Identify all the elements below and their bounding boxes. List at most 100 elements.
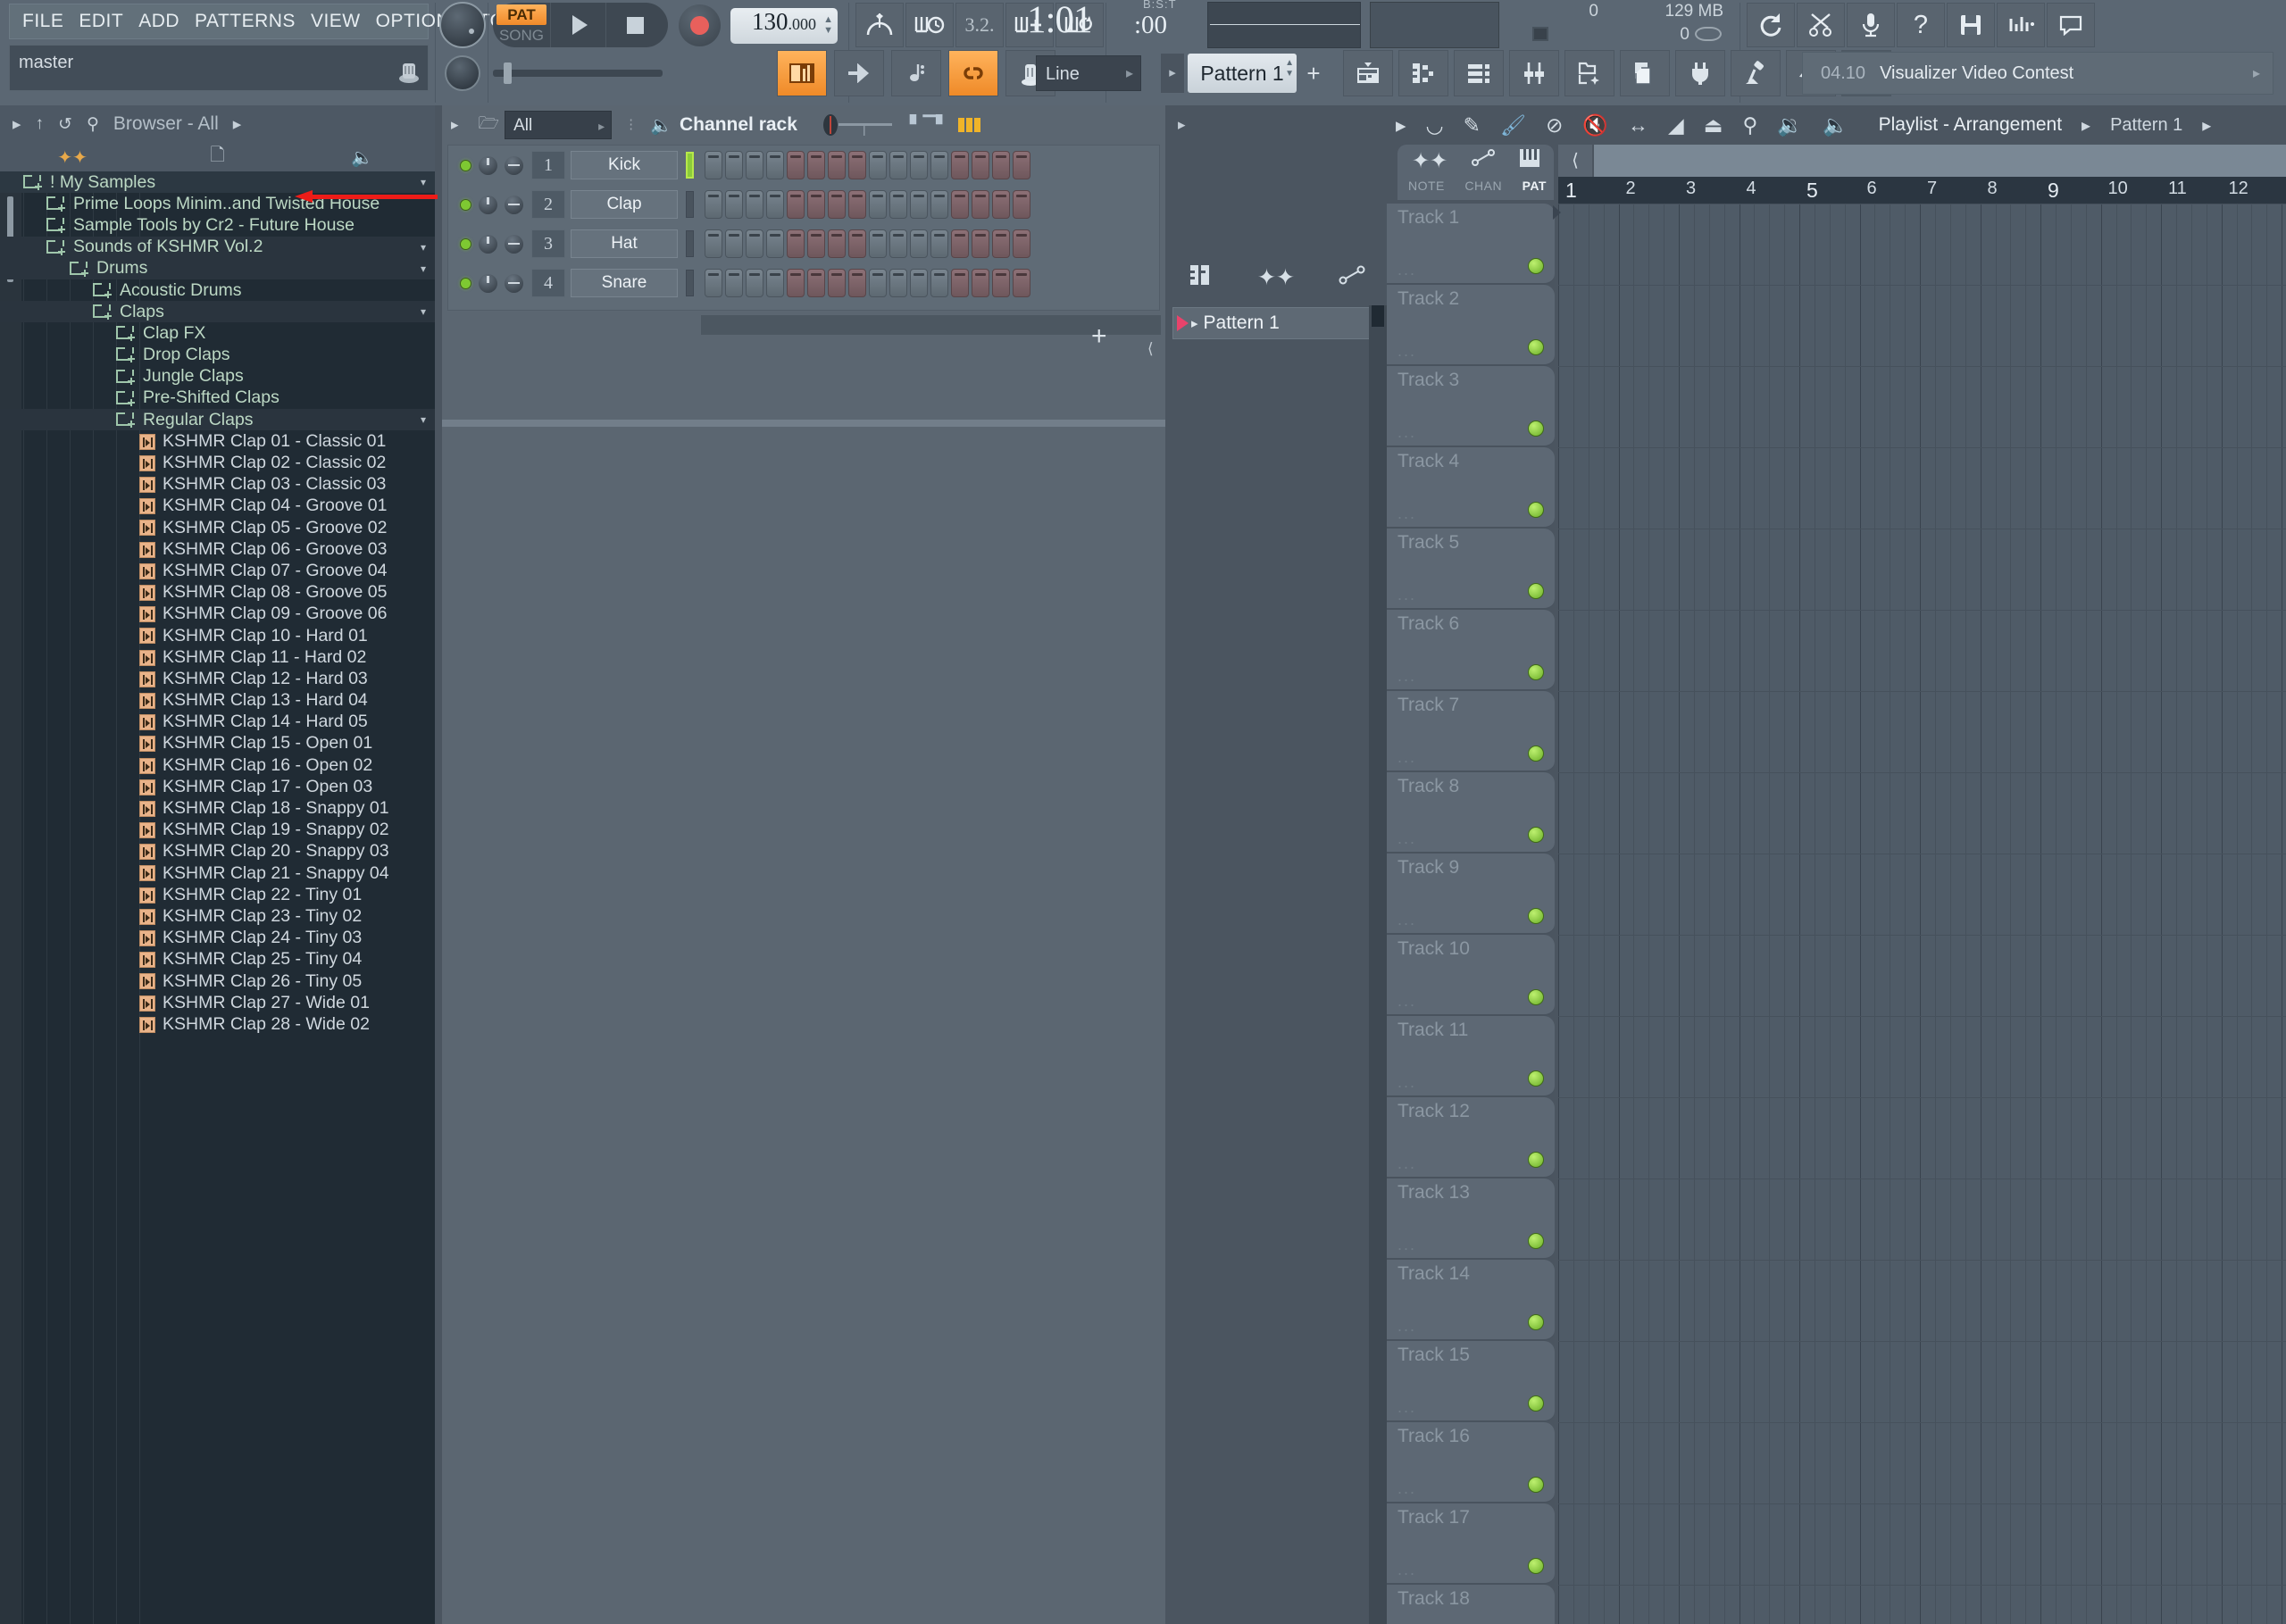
browser-sample-item[interactable]: KSHMR Clap 12 - Hard 03 [0,668,435,689]
step-button[interactable] [930,229,948,258]
mute-icon[interactable]: 🔇 [1582,113,1608,137]
browser-folder-item[interactable]: Claps ▾ [0,301,435,323]
track-header[interactable]: Track 11... [1387,1016,1555,1097]
track-header[interactable]: Track 9... [1387,854,1555,935]
piano-roll-toggle-icon[interactable] [1398,50,1448,96]
step-button[interactable] [992,151,1010,179]
mixer-toggle-icon[interactable] [1509,50,1559,96]
audio-clip-icon[interactable]: ✦✦ [1257,264,1295,291]
channel-number[interactable]: 4 [531,269,565,297]
menu-arrow-icon[interactable]: ▸ [1396,113,1406,137]
track-enable-led[interactable] [1528,583,1544,599]
channel-pan-knob[interactable] [505,273,523,293]
step-button[interactable] [848,229,866,258]
track-enable-led[interactable] [1528,1395,1544,1412]
browser-sample-item[interactable]: KSHMR Clap 14 - Hard 05 [0,712,435,733]
step-button[interactable] [910,151,928,179]
step-button[interactable] [930,190,948,219]
track-enable-led[interactable] [1528,989,1544,1005]
channel-select-indicator[interactable] [686,230,694,257]
folder-icon[interactable]: 🗁 [479,111,500,139]
browser-sample-item[interactable]: KSHMR Clap 02 - Classic 02 [0,452,435,473]
browser-sample-item[interactable]: KSHMR Clap 28 - Wide 02 [0,1013,435,1035]
channel-number[interactable]: 3 [531,229,565,258]
chevron-right-icon[interactable]: ▸ [1126,56,1133,92]
track-header[interactable]: Track 8... [1387,772,1555,854]
step-button[interactable] [746,269,763,297]
save-icon[interactable] [1947,3,1995,47]
step-button[interactable] [705,190,722,219]
browser-sample-item[interactable]: KSHMR Clap 17 - Open 03 [0,776,435,797]
browser-sample-item[interactable]: KSHMR Clap 18 - Snappy 01 [0,797,435,819]
automation-clip-icon[interactable] [1471,148,1495,174]
track-menu-dots[interactable]: ... [1397,587,1416,603]
channel-row[interactable]: 4 Snare [448,263,1159,303]
step-button[interactable] [972,269,989,297]
step-button[interactable] [807,229,825,258]
track-menu-dots[interactable]: ... [1397,1237,1416,1253]
play-button[interactable] [550,3,605,47]
menu-arrow-icon[interactable]: ▸ [451,116,459,134]
waveform-tab-icon[interactable]: ✦✦ [0,146,145,169]
select-icon[interactable]: ⏏ [1704,113,1723,137]
browser-sample-item[interactable]: KSHMR Clap 04 - Groove 01 [0,496,435,517]
step-button[interactable] [725,229,743,258]
track-header[interactable]: Track 14... [1387,1260,1555,1341]
step-button[interactable] [889,151,907,179]
chevron-down-icon[interactable]: ▾ [421,262,426,275]
channel-select-indicator[interactable] [686,152,694,179]
playlist-back-button[interactable]: ⟨ [1558,145,1592,177]
song-mode-label[interactable]: SONG [496,26,546,46]
track-enable-led[interactable] [1528,339,1544,355]
step-button[interactable] [972,190,989,219]
pat-mode-label[interactable]: PAT [496,4,546,25]
chevron-right-icon[interactable]: ▸ [2253,64,2260,82]
step-button[interactable] [951,151,969,179]
track-header[interactable]: Track 13... [1387,1178,1555,1260]
browser-toggle-icon[interactable] [1564,50,1614,96]
step-button[interactable] [787,269,805,297]
step-button[interactable] [992,190,1010,219]
browser-folder-item[interactable]: Drop Claps [0,345,435,366]
add-channel-button[interactable]: + [1091,321,1107,352]
master-volume-knob-icon[interactable] [397,58,421,85]
track-enable-led[interactable] [1528,827,1544,843]
step-arrow-button[interactable] [834,50,884,96]
step-button[interactable] [807,190,825,219]
pattern-selector[interactable]: Pattern 1 ▲ ▼ [1188,54,1297,93]
playlist-grid[interactable] [1558,204,2286,1624]
audio-clip-icon[interactable]: ✦✦ [1412,148,1448,174]
track-header[interactable]: Track 7... [1387,691,1555,772]
browser-folder-item[interactable]: Sounds of KSHMR Vol.2 ▾ [0,236,435,258]
spotlight-icon[interactable] [1731,50,1781,96]
track-header[interactable]: Track 1... [1387,204,1555,285]
step-button[interactable] [869,269,887,297]
step-button[interactable] [828,190,846,219]
browser-sample-item[interactable]: KSHMR Clap 21 - Snappy 04 [0,862,435,884]
step-button[interactable] [746,190,763,219]
menu-add[interactable]: ADD [138,11,179,32]
browser-sample-item[interactable]: KSHMR Clap 24 - Tiny 03 [0,928,435,949]
snap-select[interactable]: Line ▸ [1036,55,1141,91]
zoom-icon[interactable]: ⚲ [1742,113,1757,137]
record-button[interactable] [679,4,721,46]
channel-name-button[interactable]: Hat [571,229,678,258]
wait-for-input-icon[interactable] [905,3,954,47]
pattern-spinner-icon[interactable]: ▲ ▼ [1285,58,1294,79]
step-button[interactable] [828,269,846,297]
master-track-name-box[interactable]: master [9,45,429,91]
up-arrow-icon[interactable]: ↑ [36,114,45,134]
picker-scrollbar-thumb[interactable] [1372,305,1384,327]
browser-folder-item[interactable]: Sample Tools by Cr2 - Future House [0,214,435,236]
step-button[interactable] [746,151,763,179]
step-button[interactable] [1013,151,1030,179]
browser-sample-item[interactable]: KSHMR Clap 10 - Hard 01 [0,625,435,646]
browser-folder-item[interactable]: Pre-Shifted Claps [0,387,435,409]
chevron-down-icon[interactable]: ▾ [421,413,426,426]
step-button[interactable] [972,151,989,179]
note-button[interactable] [891,50,941,96]
track-header[interactable]: Track 17... [1387,1503,1555,1585]
browser-sample-item[interactable]: KSHMR Clap 03 - Classic 03 [0,474,435,496]
step-button[interactable] [869,229,887,258]
drag-handle-icon[interactable]: ⋮ [624,118,638,131]
